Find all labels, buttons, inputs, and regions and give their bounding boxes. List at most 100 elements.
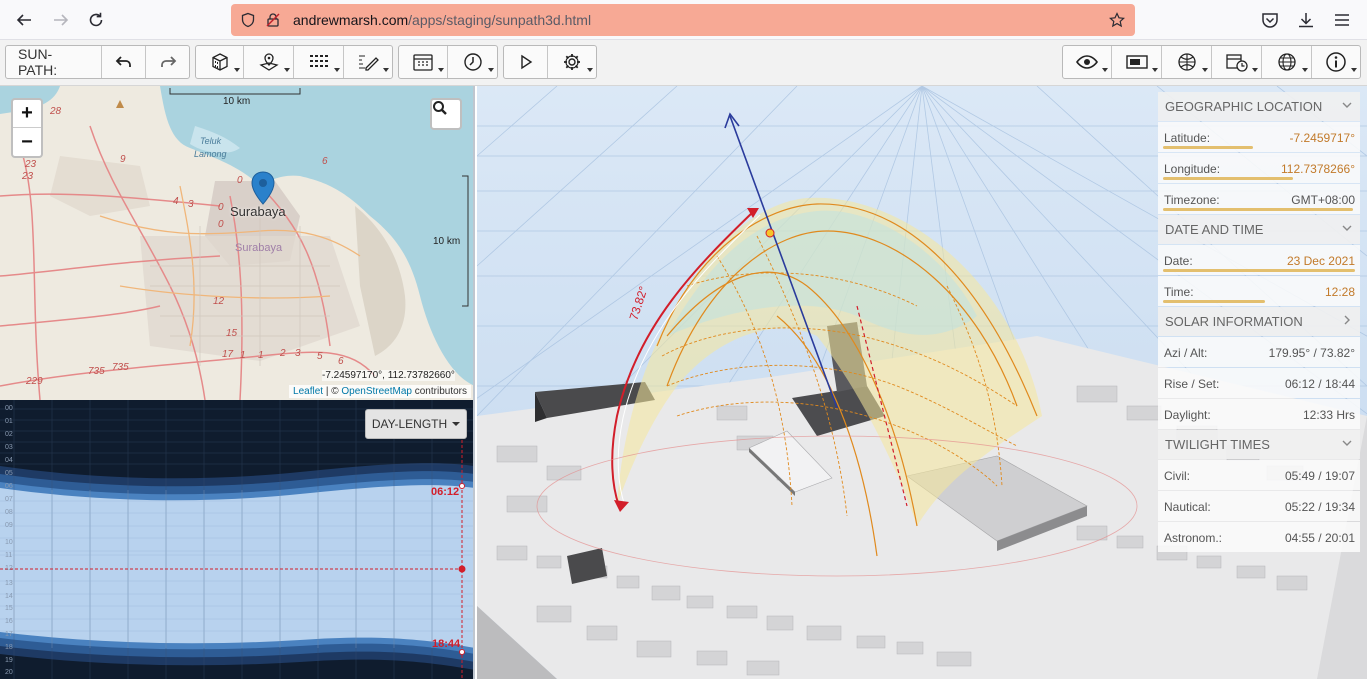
timezone-slider[interactable] bbox=[1163, 208, 1353, 211]
date-label: Date: bbox=[1164, 254, 1193, 268]
insecure-lock-icon[interactable] bbox=[265, 12, 281, 28]
azi-alt-value: 179.95° / 73.82° bbox=[1268, 346, 1355, 360]
url-path: /apps/staging/sunpath3d.html bbox=[408, 12, 592, 28]
chevron-down-icon bbox=[1342, 440, 1352, 446]
sunset-label: 18:44 bbox=[432, 638, 461, 650]
date-range-button[interactable] bbox=[1212, 46, 1262, 78]
menu-button[interactable] bbox=[1330, 8, 1354, 32]
rise-set-value: 06:12 / 18:44 bbox=[1284, 377, 1355, 391]
url-text[interactable]: andrewmarsh.com/apps/staging/sunpath3d.h… bbox=[293, 12, 591, 28]
building-model-button[interactable] bbox=[196, 46, 244, 78]
road-number: 0 bbox=[218, 202, 224, 213]
osm-link[interactable]: OpenStreetMap bbox=[341, 386, 412, 397]
globe-button[interactable] bbox=[1262, 46, 1312, 78]
time-picker-button[interactable] bbox=[448, 46, 497, 78]
date-value: 23 Dec 2021 bbox=[1286, 254, 1355, 268]
date-time-group bbox=[398, 45, 498, 79]
grid-dots-icon bbox=[309, 55, 328, 67]
info-button[interactable] bbox=[1312, 46, 1360, 78]
redo-button[interactable] bbox=[146, 46, 189, 78]
hour-label: 18 bbox=[5, 644, 13, 651]
leaflet-link[interactable]: Leaflet bbox=[293, 386, 323, 397]
date-row[interactable]: Date: 23 Dec 2021 bbox=[1158, 245, 1360, 275]
hour-label: 16 bbox=[5, 618, 13, 625]
time-slider[interactable] bbox=[1163, 300, 1265, 303]
civil-row: Civil: 05:49 / 19:07 bbox=[1158, 460, 1360, 490]
hamburger-menu-icon bbox=[1335, 14, 1349, 26]
display-caret-icon bbox=[1152, 68, 1158, 72]
forward-button[interactable] bbox=[47, 6, 75, 34]
road-number: 6 bbox=[338, 356, 344, 367]
zoom-control: + − bbox=[11, 98, 43, 158]
play-animation-button[interactable] bbox=[504, 46, 548, 78]
timezone-row[interactable]: Timezone: GMT+08:00 bbox=[1158, 184, 1360, 214]
back-button[interactable] bbox=[10, 6, 38, 34]
hour-label: 09 bbox=[5, 522, 13, 529]
sun-path-projection-button[interactable] bbox=[1162, 46, 1212, 78]
civil-label: Civil: bbox=[1164, 469, 1190, 483]
zoom-in-button[interactable]: + bbox=[13, 100, 41, 128]
playback-group bbox=[503, 45, 597, 79]
redo-icon bbox=[160, 56, 176, 67]
sun-path-3d-view[interactable]: 73.82° GEOGRAPHIC LOCATION Latitude: -7.… bbox=[477, 86, 1367, 679]
info-panel: GEOGRAPHIC LOCATION Latitude: -7.2459717… bbox=[1158, 91, 1360, 552]
astronomical-label: Astronom.: bbox=[1164, 531, 1223, 545]
undo-button[interactable] bbox=[102, 46, 146, 78]
view-visibility-button[interactable] bbox=[1063, 46, 1112, 78]
hour-label: 07 bbox=[5, 496, 13, 503]
draw-tools-button[interactable] bbox=[344, 46, 392, 78]
pocket-button[interactable] bbox=[1258, 8, 1282, 32]
bay-label-2: Lamong bbox=[194, 149, 227, 159]
address-bar[interactable]: andrewmarsh.com/apps/staging/sunpath3d.h… bbox=[231, 4, 1135, 36]
back-arrow-icon bbox=[16, 14, 31, 26]
bookmark-star-icon[interactable] bbox=[1109, 12, 1125, 28]
latitude-slider[interactable] bbox=[1163, 146, 1253, 149]
nautical-value: 05:22 / 19:34 bbox=[1284, 500, 1355, 514]
date-time-header[interactable]: DATE AND TIME bbox=[1158, 215, 1360, 244]
hour-label: 06 bbox=[5, 483, 13, 490]
road-number: 2 bbox=[280, 348, 286, 359]
location-caret-icon bbox=[284, 68, 290, 72]
longitude-slider[interactable] bbox=[1163, 177, 1293, 180]
road-number: 3 bbox=[295, 348, 301, 359]
display-mode-button[interactable] bbox=[1112, 46, 1162, 78]
latitude-value: -7.2459717° bbox=[1289, 131, 1355, 145]
day-length-chart[interactable]: 00 01 02 03 04 05 06 07 08 09 10 11 12 1… bbox=[0, 400, 475, 679]
latitude-row[interactable]: Latitude: -7.2459717° bbox=[1158, 122, 1360, 152]
location-map[interactable]: + − 10 km 10 km Teluk Lamong Surabaya Su… bbox=[0, 86, 475, 400]
twilight-title: TWILIGHT TIMES bbox=[1165, 437, 1270, 452]
reload-button[interactable] bbox=[82, 6, 110, 34]
building-caret-icon bbox=[234, 68, 240, 72]
shield-icon[interactable] bbox=[240, 12, 256, 28]
zoom-out-button[interactable]: − bbox=[13, 128, 41, 156]
download-icon bbox=[1299, 13, 1313, 28]
grid-button[interactable] bbox=[294, 46, 344, 78]
hour-label: 10 bbox=[5, 539, 13, 546]
day-length-mode-label: DAY-LENGTH bbox=[371, 417, 448, 431]
geo-location-header[interactable]: GEOGRAPHIC LOCATION bbox=[1158, 92, 1360, 121]
downloads-button[interactable] bbox=[1294, 8, 1318, 32]
hour-label: 04 bbox=[5, 457, 13, 464]
road-number: 1 bbox=[258, 350, 264, 361]
latitude-label: Latitude: bbox=[1164, 131, 1211, 145]
sunrise-label: 06:12 bbox=[431, 486, 460, 498]
road-number: 4 bbox=[173, 196, 179, 207]
time-row[interactable]: Time: 12:28 bbox=[1158, 276, 1360, 306]
day-length-mode-dropdown[interactable]: DAY-LENGTH bbox=[365, 409, 467, 439]
info-icon bbox=[1326, 52, 1346, 72]
settings-button[interactable] bbox=[548, 46, 596, 78]
hour-label: 14 bbox=[5, 593, 13, 600]
date-slider[interactable] bbox=[1163, 269, 1355, 272]
hour-label: 01 bbox=[5, 418, 13, 425]
twilight-header[interactable]: TWILIGHT TIMES bbox=[1158, 430, 1360, 459]
attribution-separator: | © bbox=[323, 386, 342, 397]
date-picker-button[interactable] bbox=[399, 46, 448, 78]
road-number: 6 bbox=[322, 156, 328, 167]
longitude-row[interactable]: Longitude: 112.7378266° bbox=[1158, 153, 1360, 183]
road-number: 17 bbox=[222, 349, 234, 360]
solar-info-header[interactable]: SOLAR INFORMATION bbox=[1158, 307, 1360, 336]
map-pin-plane-icon bbox=[258, 53, 279, 71]
map-search-button[interactable] bbox=[430, 98, 462, 130]
road-number: 735 bbox=[112, 362, 129, 373]
site-location-button[interactable] bbox=[244, 46, 294, 78]
